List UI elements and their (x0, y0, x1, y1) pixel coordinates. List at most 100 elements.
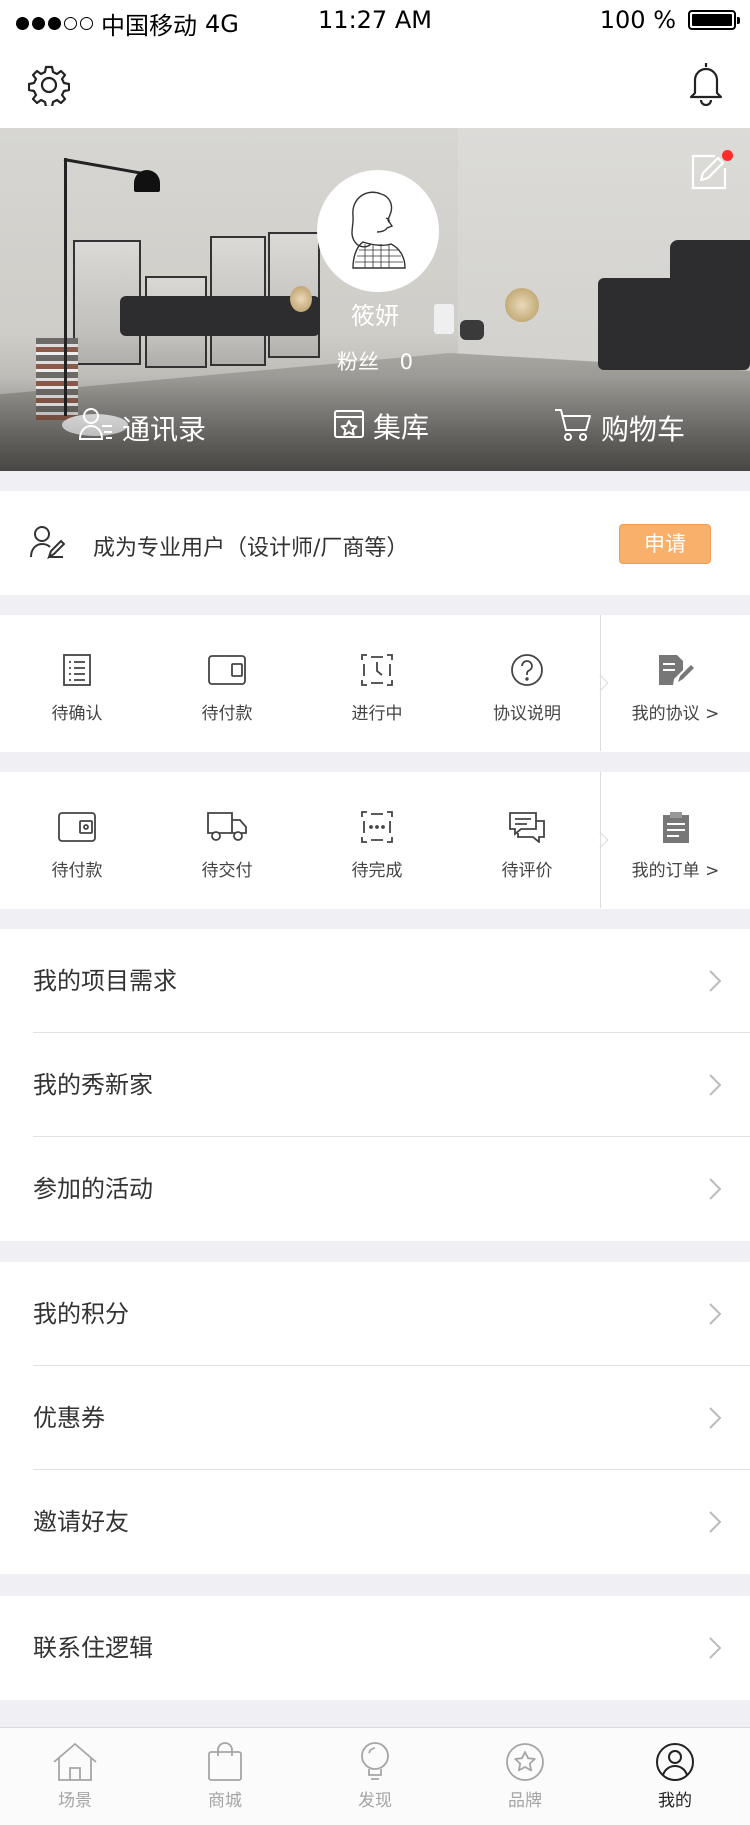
tab-label: 商城 (208, 1786, 242, 1811)
shopping-bag-icon (207, 1740, 243, 1784)
fans-label: 粉丝 (337, 350, 379, 374)
collection-link[interactable]: 集库 (333, 406, 429, 446)
tab-label: 场景 (58, 1786, 92, 1811)
decor-sofa (670, 240, 750, 300)
agreement-in-progress[interactable]: 进行中 (302, 615, 452, 751)
menu-group-2: 我的积分 优惠券 邀请好友 (0, 1262, 750, 1574)
agreement-label: 协议说明 (493, 699, 561, 724)
agreement-explanation[interactable]: 协议说明 (452, 615, 602, 751)
order-pending-payment[interactable]: 待付款 (2, 772, 152, 908)
orders-panel: 待付款 待交付 待完成 待评价 我的订单 > (0, 772, 750, 909)
gear-icon[interactable] (28, 64, 70, 110)
star-circle-icon (505, 1740, 545, 1784)
menu-item-joined-events[interactable]: 参加的活动 (0, 1137, 750, 1241)
order-pending-delivery[interactable]: 待交付 (152, 772, 302, 908)
my-orders-link[interactable]: 我的订单 > (600, 772, 750, 908)
chevron-right-icon (708, 1073, 722, 1101)
comment-icon (509, 808, 545, 846)
cart-link[interactable]: 购物车 (553, 406, 685, 449)
menu-item-project-needs[interactable]: 我的项目需求 (0, 929, 750, 1033)
profile-header: 筱妍 粉丝 0 通讯录 集库 (0, 128, 750, 471)
tab-brand[interactable]: 品牌 (450, 1728, 600, 1825)
document-edit-icon (658, 651, 694, 689)
menu-item-label: 我的积分 (33, 1262, 129, 1366)
chevron-right-icon (708, 1510, 722, 1538)
menu-group-3: 联系住逻辑 (0, 1596, 750, 1700)
pro-user-text: 成为专业用户（设计师/厂商等） (93, 530, 408, 562)
chevron-right-icon (708, 1406, 722, 1434)
user-name: 筱妍 (0, 296, 750, 331)
menu-item-invite-friends[interactable]: 邀请好友 (0, 1470, 750, 1574)
my-agreements-label: 我的协议 > (632, 699, 720, 724)
order-label: 待付款 (52, 856, 103, 881)
tab-discover[interactable]: 发现 (300, 1728, 450, 1825)
agreement-label: 待付款 (202, 699, 253, 724)
order-label: 待评价 (502, 856, 553, 881)
menu-item-contact[interactable]: 联系住逻辑 (0, 1596, 750, 1700)
menu-item-label: 参加的活动 (33, 1137, 153, 1241)
order-label: 待交付 (202, 856, 253, 881)
collection-icon (333, 407, 365, 446)
agreement-label: 进行中 (352, 699, 403, 724)
agreements-panel: 待确认 待付款 进行中 协议说明 我的协议 > (0, 615, 750, 752)
chevron-right-icon (708, 1302, 722, 1330)
menu-item-coupons[interactable]: 优惠券 (0, 1366, 750, 1470)
chevron-right-icon (708, 969, 722, 997)
tab-label: 品牌 (508, 1786, 542, 1811)
my-agreements-link[interactable]: 我的协议 > (600, 615, 750, 751)
cart-icon (553, 406, 593, 449)
fans-value: 0 (400, 350, 413, 374)
agreement-pending-confirm[interactable]: 待确认 (2, 615, 152, 751)
menu-item-show-new-home[interactable]: 我的秀新家 (0, 1033, 750, 1137)
wallet-icon (208, 651, 246, 689)
menu-item-label: 邀请好友 (33, 1470, 129, 1574)
contacts-link[interactable]: 通讯录 (78, 406, 206, 449)
menu-item-label: 联系住逻辑 (33, 1596, 153, 1700)
battery-percent: 100 % (600, 6, 676, 34)
user-circle-icon (655, 1740, 695, 1784)
tab-mine[interactable]: 我的 (600, 1728, 750, 1825)
wallet-icon (58, 808, 96, 846)
avatar[interactable] (317, 170, 439, 292)
battery-icon (688, 10, 736, 30)
apply-button[interactable]: 申请 (619, 524, 711, 564)
menu-item-label: 优惠券 (33, 1366, 105, 1470)
tab-label: 我的 (658, 1786, 692, 1811)
chevron-right-icon (708, 1636, 722, 1664)
notification-badge (722, 150, 733, 161)
cart-label: 购物车 (601, 408, 685, 448)
decor-lamp-arm (64, 158, 143, 175)
menu-item-points[interactable]: 我的积分 (0, 1262, 750, 1366)
order-pending-complete[interactable]: 待完成 (302, 772, 452, 908)
more-box-icon (361, 808, 393, 846)
top-nav-bar (0, 40, 750, 128)
decor-lamp-shade (134, 170, 160, 192)
tab-label: 发现 (358, 1786, 392, 1811)
tab-scene[interactable]: 场景 (0, 1728, 150, 1825)
agreement-pending-payment[interactable]: 待付款 (152, 615, 302, 751)
status-bar: 中国移动 4G 11:27 AM 100 % (0, 0, 750, 40)
question-icon (511, 651, 543, 689)
contacts-icon (78, 406, 114, 449)
collection-label: 集库 (373, 406, 429, 446)
bulb-icon (358, 1740, 392, 1784)
profile-links: 通讯录 集库 购物车 (0, 406, 750, 456)
agreement-label: 待确认 (52, 699, 103, 724)
fans-count: 粉丝 0 (0, 346, 750, 376)
menu-item-label: 我的项目需求 (33, 929, 177, 1033)
edit-icon[interactable] (689, 152, 731, 196)
bell-icon[interactable] (686, 60, 726, 110)
clock-icon (361, 651, 393, 689)
status-right: 100 % (600, 6, 736, 34)
contacts-label: 通讯录 (122, 408, 206, 448)
menu-group-1: 我的项目需求 我的秀新家 参加的活动 (0, 929, 750, 1241)
order-pending-review[interactable]: 待评价 (452, 772, 602, 908)
bottom-tab-bar: 场景 商城 发现 品牌 我的 (0, 1727, 750, 1825)
my-orders-label: 我的订单 > (632, 856, 720, 881)
clipboard-icon (662, 808, 690, 846)
user-pen-icon (29, 524, 65, 564)
checklist-icon (63, 651, 91, 689)
tab-mall[interactable]: 商城 (150, 1728, 300, 1825)
order-label: 待完成 (352, 856, 403, 881)
house-icon (52, 1740, 98, 1784)
